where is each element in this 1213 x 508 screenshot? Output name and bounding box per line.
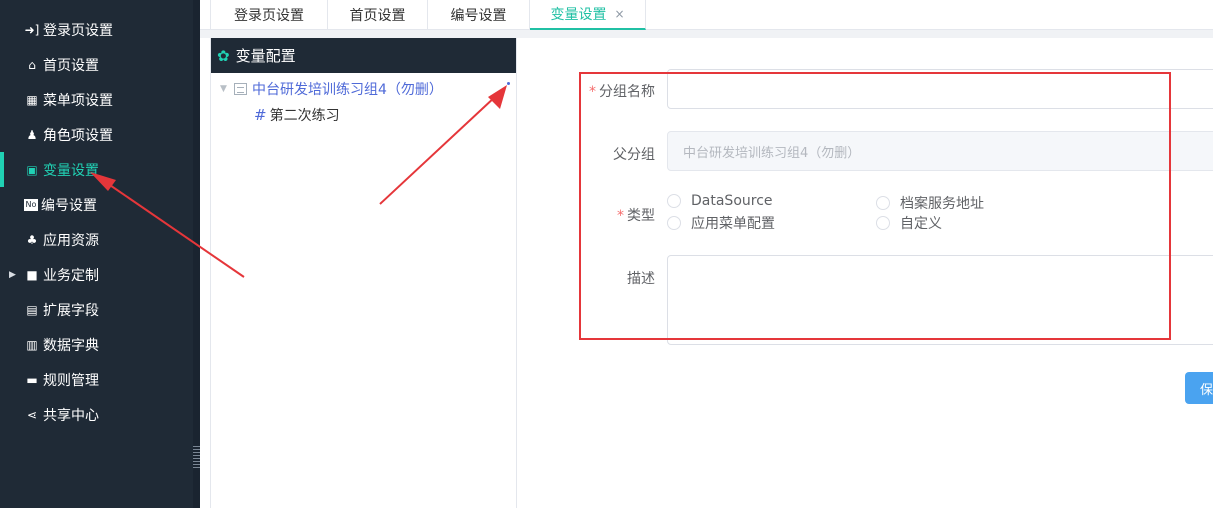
sidebar-item-rules[interactable]: ▬ 规则管理: [0, 362, 193, 397]
tab-home-settings[interactable]: 首页设置: [328, 0, 428, 30]
radio-custom[interactable]: 自定义: [876, 213, 942, 233]
sidebar-item-label: 共享中心: [43, 407, 99, 424]
sidebar-item-label: 变量设置: [43, 162, 99, 179]
app-window: ➜] 登录页设置 ⌂ 首页设置 ▦ 菜单项设置 ♟ 角色项设置 ▣ 变量设置 N…: [0, 0, 1213, 508]
radio-label: 自定义: [900, 216, 942, 232]
radio-circle[interactable]: [876, 216, 890, 230]
tab-variable-settings[interactable]: 变量设置 ×: [530, 0, 646, 30]
parent-group-label: 父分组: [613, 147, 655, 163]
parent-group-input: 中台研发培训练习组4（勿删）: [667, 131, 1213, 171]
sidebar-item-role-settings[interactable]: ♟ 角色项设置: [0, 117, 193, 152]
group-name-label: * 分组名称: [585, 81, 655, 101]
tree-header: ✿ 变量配置: [211, 38, 516, 73]
description-label: 描述: [627, 271, 655, 287]
expand-caret-icon[interactable]: ▶: [9, 270, 16, 280]
user-role-icon: ♟: [26, 127, 38, 142]
sidebar-item-label: 规则管理: [43, 372, 99, 389]
sidebar-item-share-center[interactable]: ⋖ 共享中心: [0, 397, 193, 432]
folder-icon: [234, 83, 247, 95]
group-name-label-text: 分组名称: [599, 84, 655, 100]
sidebar-item-extend-fields[interactable]: ▤ 扩展字段: [0, 292, 193, 327]
tree-node-root[interactable]: ▼ 中台研发培训练习组4（勿删）: [220, 79, 443, 99]
required-mark: *: [589, 84, 596, 100]
bar-chart-icon: ▥: [26, 337, 38, 352]
tab-label: 编号设置: [450, 8, 507, 24]
sidebar-header-cutoff: [18, 0, 178, 4]
sidebar-item-label: 数据字典: [43, 337, 99, 354]
description-textarea[interactable]: [667, 255, 1213, 345]
sidebar-scrollbar[interactable]: [193, 0, 200, 508]
tab-label: 登录页设置: [234, 8, 304, 24]
login-icon: ➜]: [24, 22, 40, 37]
sidebar-item-label: 登录页设置: [43, 22, 113, 39]
sidebar-item-menu-settings[interactable]: ▦ 菜单项设置: [0, 82, 193, 117]
sidebar-item-label: 首页设置: [43, 57, 99, 74]
tab-label: 变量设置: [550, 7, 607, 23]
radio-circle[interactable]: [667, 216, 681, 230]
sidebar-item-login-settings[interactable]: ➜] 登录页设置: [0, 12, 193, 47]
sidebar-item-label: 编号设置: [41, 197, 97, 214]
radio-label: 档案服务地址: [900, 196, 984, 212]
tab-login-settings[interactable]: 登录页设置: [211, 0, 328, 30]
content-divider: [200, 30, 1213, 38]
sidebar-item-label: 应用资源: [43, 232, 99, 249]
sidebar-item-app-resources[interactable]: ♣ 应用资源: [0, 222, 193, 257]
close-icon[interactable]: ×: [614, 7, 624, 21]
share-icon: ⋖: [26, 407, 38, 422]
hash-icon: #: [254, 106, 267, 124]
number-icon: No: [24, 198, 38, 211]
sidebar-item-label: 菜单项设置: [43, 92, 113, 109]
tree-title: 变量配置: [235, 47, 296, 65]
radio-circle[interactable]: [667, 194, 681, 208]
sidebar-item-business-custom[interactable]: ▶ ■ 业务定制: [0, 257, 193, 292]
radio-datasource[interactable]: DataSource: [667, 193, 773, 209]
radio-circle[interactable]: [876, 196, 890, 210]
variable-icon: ▣: [26, 162, 38, 177]
radio-app-menu[interactable]: 应用菜单配置: [667, 213, 775, 233]
sidebar: ➜] 登录页设置 ⌂ 首页设置 ▦ 菜单项设置 ♟ 角色项设置 ▣ 变量设置 N…: [0, 0, 200, 508]
extend-field-icon: ▤: [26, 302, 38, 317]
tree-panel: ✿ 变量配置 ▼ 中台研发培训练习组4（勿删） # 第二次练习: [210, 38, 517, 508]
required-mark: *: [617, 208, 624, 224]
sidebar-item-home-settings[interactable]: ⌂ 首页设置: [0, 47, 193, 82]
grid-icon: ▦: [26, 92, 38, 107]
sidebar-item-number-settings[interactable]: No 编号设置: [0, 187, 193, 222]
sidebar-item-label: 业务定制: [43, 267, 99, 284]
sidebar-item-label: 扩展字段: [43, 302, 99, 319]
sidebar-item-label: 角色项设置: [43, 127, 113, 144]
sidebar-item-data-dictionary[interactable]: ▥ 数据字典: [0, 327, 193, 362]
radio-label: DataSource: [691, 193, 773, 209]
radio-archive-service[interactable]: 档案服务地址: [876, 193, 984, 213]
gear-icon: ✿: [217, 46, 230, 65]
group-name-input[interactable]: [667, 69, 1213, 109]
tab-number-settings[interactable]: 编号设置: [428, 0, 530, 30]
collapse-caret-icon[interactable]: ▼: [220, 84, 234, 94]
tree-node-child[interactable]: # 第二次练习: [254, 105, 340, 125]
tab-label: 首页设置: [349, 8, 406, 24]
type-label: * 类型: [585, 205, 655, 225]
more-dot-icon[interactable]: [507, 82, 510, 85]
resize-grip-icon[interactable]: [193, 446, 200, 468]
type-label-text: 类型: [627, 208, 655, 224]
rules-icon: ▬: [26, 372, 38, 387]
sidebar-item-variable-settings[interactable]: ▣ 变量设置: [0, 152, 193, 187]
tree-node-label: 第二次练习: [269, 108, 340, 124]
save-button[interactable]: 保: [1185, 372, 1213, 404]
resources-icon: ♣: [26, 232, 38, 247]
home-icon: ⌂: [28, 57, 36, 72]
radio-label: 应用菜单配置: [691, 216, 775, 232]
tree-node-label: 中台研发培训练习组4（勿删）: [252, 82, 443, 98]
briefcase-icon: ■: [26, 267, 38, 282]
